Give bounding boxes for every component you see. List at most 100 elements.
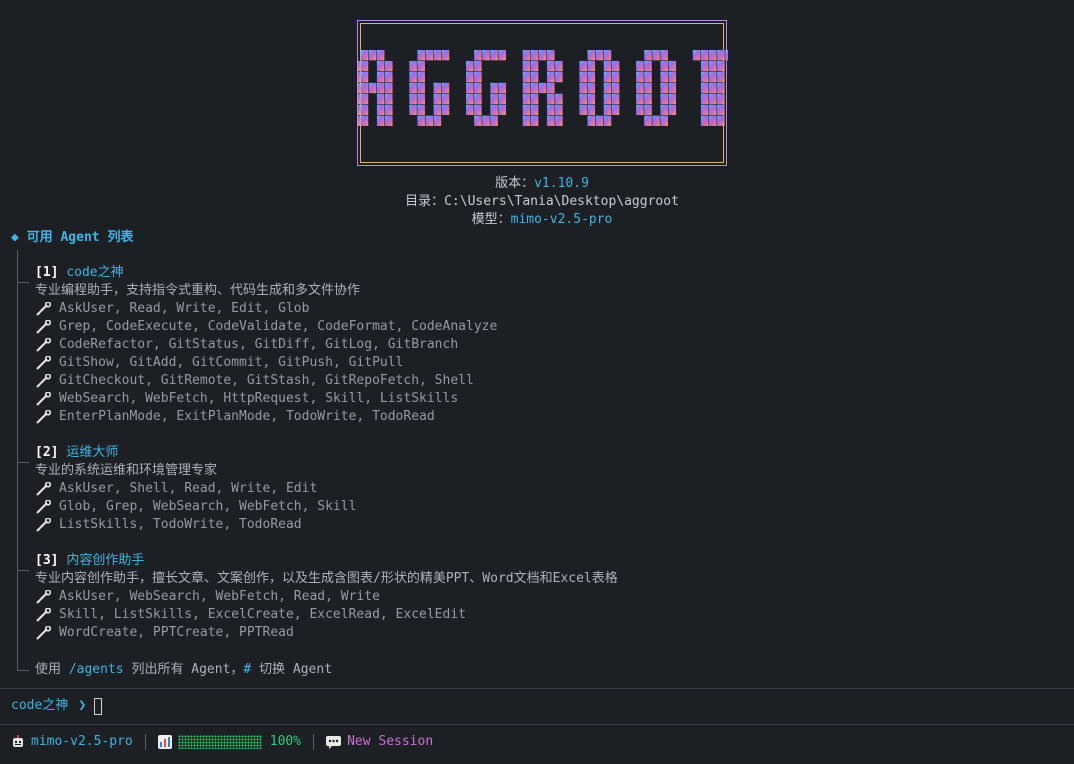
logo-pixel <box>433 104 442 116</box>
logo-pixel <box>587 82 596 94</box>
agent-item[interactable]: [3] 内容创作助手 专业内容创作助手，擅长文章、文案创作，以及生成含图表/形状… <box>35 552 618 642</box>
tool-line: WordCreate, PPTCreate, PPTRead <box>35 624 618 642</box>
logo-pixel <box>409 71 417 83</box>
logo-pixel <box>498 50 506 61</box>
logo-pixel <box>368 50 377 61</box>
usage-hint: 使用 /agents 列出所有 Agent，# 切换 Agent <box>35 662 333 677</box>
logo-pixel <box>376 115 385 126</box>
logo-pixel <box>547 82 555 94</box>
logo-pixel <box>579 104 587 116</box>
logo-pixel <box>555 93 563 105</box>
logo-pixel <box>660 115 668 126</box>
separator <box>144 734 146 750</box>
logo-pixel <box>555 71 563 83</box>
logo-pixel <box>385 104 393 116</box>
agent-name: code之神 <box>66 265 124 280</box>
logo-pixel <box>660 60 668 72</box>
logo-pixel <box>498 82 506 94</box>
logo-pixel <box>709 71 717 83</box>
logo-pixel <box>700 93 709 105</box>
logo-pixel <box>385 82 393 94</box>
logo-pixel <box>547 104 555 116</box>
logo-pixel <box>717 60 725 72</box>
logo-pixel <box>425 50 434 61</box>
logo-pixel <box>385 93 393 105</box>
tree-branch <box>17 570 29 571</box>
chart-icon <box>157 735 172 749</box>
wrench-icon <box>35 301 52 316</box>
tool-line: Skill, ListSkills, ExcelCreate, ExcelRea… <box>35 606 618 624</box>
agent-index: [3] <box>35 553 59 568</box>
logo-pixel <box>652 115 660 126</box>
logo-pixel <box>466 71 474 83</box>
context-percent: 100% <box>269 734 302 749</box>
logo-pixel <box>417 115 425 126</box>
prompt-agent-name: code之神 <box>11 698 69 713</box>
logo-pixel <box>644 50 652 61</box>
tool-line: GitCheckout, GitRemote, GitStash, GitRep… <box>35 372 497 390</box>
agent-item[interactable]: [1] code之神 专业编程助手，支持指令式重构、代码生成和多文件协作 Ask… <box>35 264 497 426</box>
logo-pixel <box>668 93 677 105</box>
logo-pixel <box>498 104 506 116</box>
logo-pixel <box>538 82 547 94</box>
logo-pixel <box>474 71 482 83</box>
directory-line: 目录：C:\Users\Tania\Desktop\aggroot <box>0 193 1074 211</box>
logo-pixel <box>376 82 385 94</box>
wrench-icon <box>35 607 52 622</box>
logo-pixel <box>644 82 652 94</box>
logo-pixel <box>587 60 596 72</box>
chevron-right-icon: ❯ <box>78 698 87 713</box>
logo-pixel <box>466 104 474 116</box>
agent-index: [2] <box>35 445 59 460</box>
logo-pixel <box>360 104 369 116</box>
logo-pixel <box>717 71 725 83</box>
logo-pixel <box>360 71 369 83</box>
logo-pixel <box>717 82 725 94</box>
wrench-icon <box>35 373 52 388</box>
logo-pixel <box>717 115 725 126</box>
logo-pixel <box>490 50 498 61</box>
logo-pixel <box>700 115 709 126</box>
wrench-icon <box>35 319 52 334</box>
logo-pixel <box>376 104 385 116</box>
logo-pixel <box>603 104 612 116</box>
logo-pixel <box>522 71 531 83</box>
input-prompt[interactable]: code之神 ❯ <box>11 697 103 715</box>
logo-pixel <box>385 115 393 126</box>
logo-pixel <box>611 60 620 72</box>
logo-pixel <box>433 93 442 105</box>
logo-pixel <box>668 82 677 94</box>
logo-pixel <box>611 104 620 116</box>
logo-pixel <box>530 104 539 116</box>
wrench-icon <box>35 499 52 514</box>
logo-pixel <box>466 82 474 94</box>
wrench-icon <box>35 625 52 640</box>
logo-pixel <box>579 71 587 83</box>
agent-item[interactable]: [2] 运维大师 专业的系统运维和环境管理专家 AskUser, Shell, … <box>35 444 356 534</box>
tree-branch <box>17 670 29 671</box>
logo-pixel <box>717 104 725 116</box>
logo-pixel <box>433 50 442 61</box>
logo-pixel <box>441 93 450 105</box>
wrench-icon <box>35 589 52 604</box>
text-cursor[interactable] <box>94 697 103 715</box>
logo-pixel <box>579 60 587 72</box>
agent-description: 专业编程助手，支持指令式重构、代码生成和多文件协作 <box>35 283 361 298</box>
agent-name: 内容创作助手 <box>66 553 145 568</box>
logo-pixel <box>474 104 482 116</box>
logo-pixel <box>611 71 620 83</box>
tree-line <box>17 250 18 670</box>
model-line: 模型：mimo-v2.5-pro <box>0 211 1074 229</box>
logo-pixel <box>433 115 442 126</box>
logo-pixel <box>700 71 709 83</box>
logo-pixel <box>385 60 393 72</box>
logo-pixel <box>587 71 596 83</box>
logo-pixel <box>700 50 709 61</box>
tool-line: CodeRefactor, GitStatus, GitDiff, GitLog… <box>35 336 497 354</box>
logo-pixel <box>603 60 612 72</box>
wrench-icon <box>35 409 52 424</box>
directory-value: C:\Users\Tania\Desktop\aggroot <box>444 194 679 209</box>
logo-pixel <box>376 60 385 72</box>
logo-pixel <box>530 71 539 83</box>
logo-pixel <box>709 82 717 94</box>
